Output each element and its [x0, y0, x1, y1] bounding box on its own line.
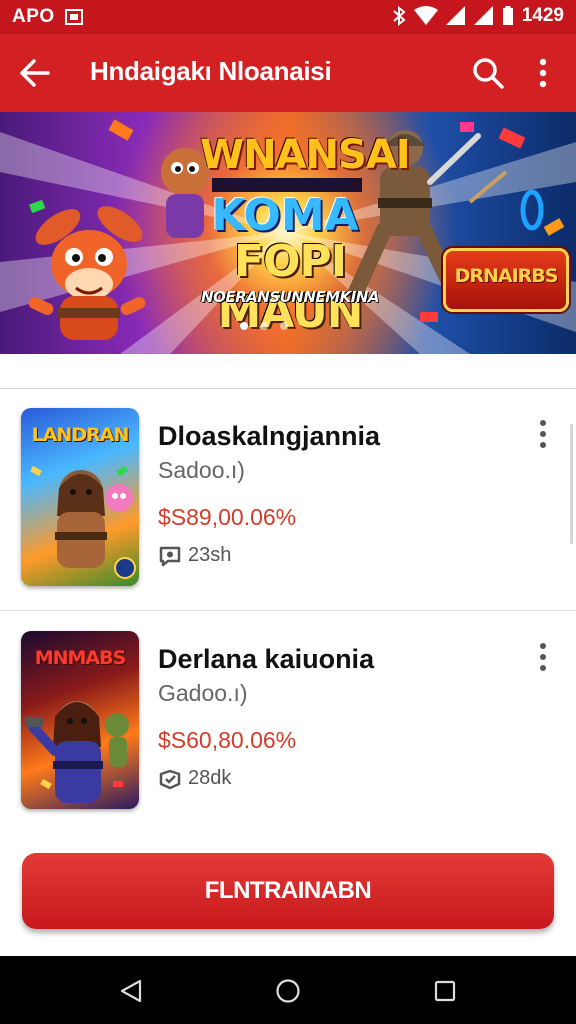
list-item[interactable]: LANDRAN Dloaskalngjannia Sadoo.ı) $S89,0…: [0, 389, 576, 611]
item-subtitle: Sadoo.ı): [158, 457, 245, 483]
primary-action-button[interactable]: FLNTRAINABN: [22, 853, 554, 929]
banner-title-top: WNANSAI: [200, 132, 411, 178]
game-thumbnail: MNMABS: [21, 631, 139, 809]
status-left: APO: [12, 6, 83, 28]
carousel-dot[interactable]: [260, 322, 268, 330]
item-title: Derlana kaiuonia: [158, 644, 375, 674]
item-meta: 28dk: [158, 767, 231, 790]
banner-badge[interactable]: DRNAIRBS: [443, 248, 569, 312]
promo-banner[interactable]: WNANSAI KOMA FOPI MAUN NOERANSUNNEMKINA …: [0, 112, 576, 354]
status-bar: APO 1429: [0, 0, 576, 34]
nav-back-icon[interactable]: [118, 978, 144, 1004]
overflow-menu-icon[interactable]: [528, 53, 558, 93]
game-thumbnail: LANDRAN: [21, 408, 139, 586]
nav-home-icon[interactable]: [275, 978, 301, 1004]
tag-icon: [159, 769, 181, 789]
system-nav-bar: [0, 956, 576, 1024]
list-item[interactable]: MNMABS Derlana kaiuonia Gadoo.ı) $S60,80…: [0, 612, 576, 834]
carousel-dot[interactable]: [280, 322, 288, 330]
item-meta: 23sh: [158, 544, 231, 567]
comment-icon: [159, 546, 181, 566]
battery-icon: [502, 6, 513, 25]
banner-title-main: FOPI MAUN: [217, 236, 363, 338]
scrollbar[interactable]: [570, 424, 573, 544]
item-subtitle: Gadoo.ı): [158, 680, 248, 706]
page-title: Hndaigakı Nloanaisi: [90, 56, 332, 86]
banner-subtitle: NOERANSUNNEMKINA: [201, 288, 379, 306]
search-icon[interactable]: [468, 53, 508, 93]
item-overflow-icon[interactable]: [530, 640, 556, 674]
carousel-dot[interactable]: [240, 322, 248, 330]
status-carrier: APO: [12, 6, 55, 27]
carousel-dots: [240, 322, 288, 330]
signal-icon-2: [473, 6, 493, 25]
item-meta-value: 23sh: [188, 544, 232, 566]
thumbnail-title: MNMABS: [34, 647, 127, 669]
signal-icon: [445, 6, 465, 25]
wifi-icon: [413, 6, 438, 25]
back-arrow-icon[interactable]: [14, 53, 54, 93]
app-bar: Hndaigakı Nloanaisi: [0, 34, 576, 112]
status-right: 1429: [392, 5, 564, 27]
item-price: $S60,80.06%: [158, 727, 297, 753]
thumbnail-title: LANDRAN: [31, 424, 130, 446]
item-overflow-icon[interactable]: [530, 417, 556, 451]
banner-badge-label: DRNAIRBS: [454, 265, 559, 287]
status-time: 1429: [521, 5, 564, 26]
item-price: $S89,00.06%: [158, 504, 297, 530]
bluetooth-icon: [393, 6, 406, 26]
notification-icon: [64, 9, 83, 25]
item-title: Dloaskalngjannia: [158, 421, 381, 451]
banner-title-middle: KOMA: [211, 190, 359, 241]
nav-recents-icon[interactable]: [432, 978, 458, 1004]
bottom-action-area: FLNTRAINABN: [0, 832, 576, 956]
item-meta-value: 28dk: [188, 767, 232, 789]
